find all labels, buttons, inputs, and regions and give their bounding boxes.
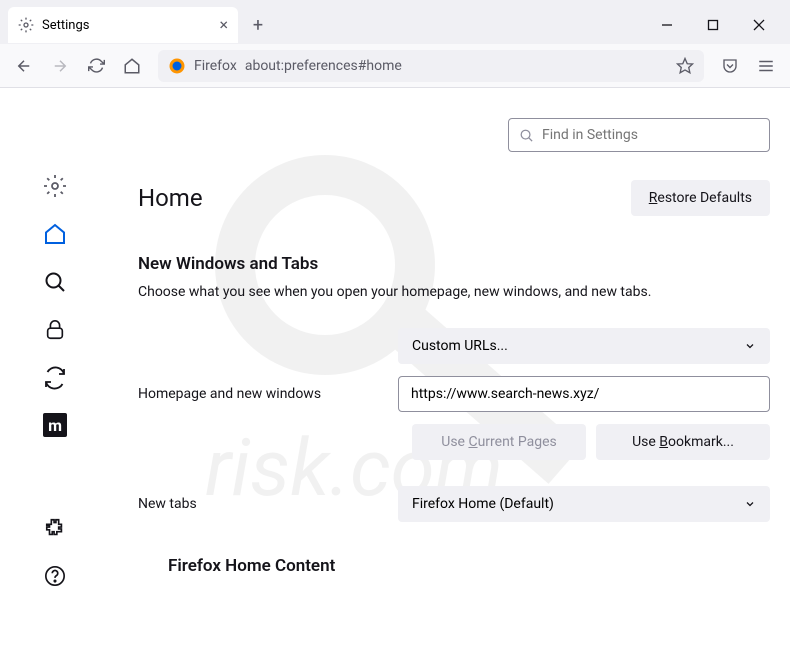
section-windows-tabs-desc: Choose what you see when you open your h…	[138, 284, 770, 300]
newtabs-dropdown[interactable]: Firefox Home (Default)	[398, 486, 770, 522]
close-window-button[interactable]	[736, 9, 782, 41]
page-title: Home	[138, 184, 203, 212]
use-bookmark-button[interactable]: Use Bookmark...	[596, 424, 770, 460]
toolbar: Firefox about:preferences#home	[0, 44, 790, 88]
pocket-button[interactable]	[714, 50, 746, 82]
section-home-content-title: Firefox Home Content	[168, 556, 770, 576]
gear-icon	[18, 17, 34, 33]
newtabs-dropdown-label: Firefox Home (Default)	[412, 496, 554, 512]
tab-title: Settings	[42, 18, 89, 33]
browser-tab[interactable]: Settings ×	[8, 7, 238, 43]
bookmark-star-icon[interactable]	[676, 57, 694, 75]
sidebar-home-icon[interactable]	[42, 221, 68, 247]
use-current-pages-button[interactable]: Use Current Pages	[412, 424, 586, 460]
search-icon	[519, 128, 534, 143]
chevron-down-icon	[744, 498, 756, 510]
section-windows-tabs-title: New Windows and Tabs	[138, 254, 770, 274]
minimize-button[interactable]	[644, 9, 690, 41]
sidebar-more-icon[interactable]: m	[43, 413, 67, 437]
sidebar: m	[0, 88, 110, 649]
main-panel: Home Restore Defaults New Windows and Ta…	[110, 88, 790, 649]
identity-label: Firefox	[194, 58, 237, 74]
sidebar-privacy-icon[interactable]	[42, 317, 68, 343]
newtabs-label: New tabs	[138, 496, 398, 512]
home-button[interactable]	[116, 50, 148, 82]
homepage-label: Homepage and new windows	[138, 386, 398, 402]
content-area: m Home Restore Defaults New Windows and …	[0, 88, 790, 649]
menu-button[interactable]	[750, 50, 782, 82]
back-button[interactable]	[8, 50, 40, 82]
sidebar-search-icon[interactable]	[42, 269, 68, 295]
firefox-logo-icon	[168, 57, 186, 75]
homepage-dropdown[interactable]: Custom URLs...	[398, 328, 770, 364]
window-controls	[644, 9, 782, 41]
homepage-dropdown-label: Custom URLs...	[412, 338, 508, 354]
restore-defaults-button[interactable]: Restore Defaults	[631, 180, 770, 216]
sidebar-sync-icon[interactable]	[42, 365, 68, 391]
sidebar-general-icon[interactable]	[42, 173, 68, 199]
homepage-url-input[interactable]	[398, 376, 770, 412]
find-in-settings-box[interactable]	[508, 118, 770, 152]
forward-button[interactable]	[44, 50, 76, 82]
reload-button[interactable]	[80, 50, 112, 82]
chevron-down-icon	[744, 340, 756, 352]
url-text: about:preferences#home	[245, 58, 402, 74]
titlebar: Settings × +	[0, 0, 790, 44]
find-in-settings-input[interactable]	[542, 127, 759, 143]
close-tab-icon[interactable]: ×	[219, 17, 228, 33]
maximize-button[interactable]	[690, 9, 736, 41]
sidebar-extensions-icon[interactable]	[42, 515, 68, 541]
sidebar-help-icon[interactable]	[42, 563, 68, 589]
address-bar[interactable]: Firefox about:preferences#home	[158, 50, 704, 82]
new-tab-button[interactable]: +	[242, 9, 274, 41]
